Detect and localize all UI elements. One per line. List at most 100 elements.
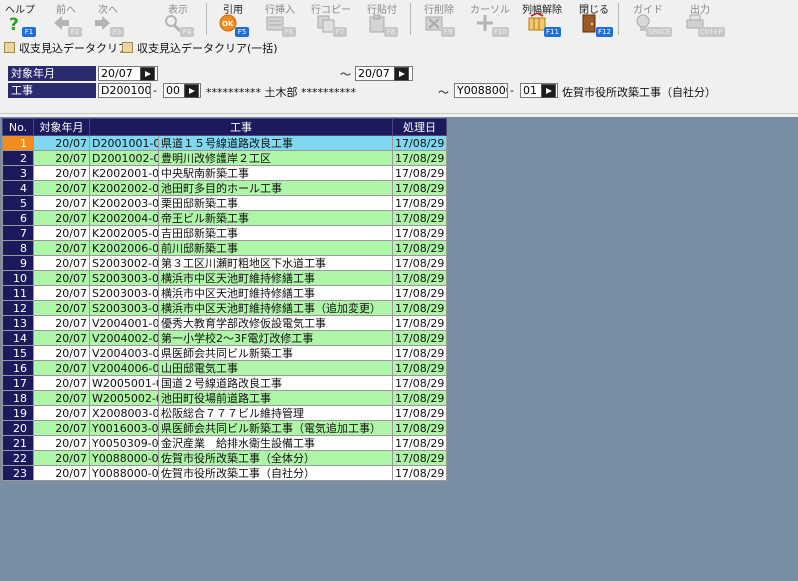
- row-number[interactable]: 7: [2, 225, 34, 241]
- cell-project-code[interactable]: D2001001-00: [89, 135, 159, 151]
- clear-data-link[interactable]: 収支見込データクリア: [4, 40, 129, 58]
- cell-target-month[interactable]: 20/07: [33, 255, 90, 271]
- cell-project-code[interactable]: S2003003-00: [89, 270, 159, 286]
- cell-project-code[interactable]: V2004006-00: [89, 360, 159, 376]
- table-row[interactable]: 220/07D2001002-00豊明川改修護岸２工区17/08/29: [2, 150, 447, 166]
- table-row[interactable]: 1120/07S2003003-01横浜市中区天池町維持修繕工事17/08/29: [2, 285, 447, 301]
- cell-target-month[interactable]: 20/07: [33, 150, 90, 166]
- cell-processed-date[interactable]: 17/08/29: [392, 270, 447, 286]
- cell-project-code[interactable]: D2001002-00: [89, 150, 159, 166]
- guide-button[interactable]: ガイド SPACE: [628, 0, 673, 38]
- cell-processed-date[interactable]: 17/08/29: [392, 285, 447, 301]
- cursor-button[interactable]: カーソル F10: [470, 0, 510, 38]
- cell-project-name[interactable]: 横浜市中区天池町維持修繕工事: [158, 270, 393, 286]
- cell-project-code[interactable]: Y0088000-01: [89, 465, 159, 481]
- cell-processed-date[interactable]: 17/08/29: [392, 225, 447, 241]
- cell-processed-date[interactable]: 17/08/29: [392, 465, 447, 481]
- cell-processed-date[interactable]: 17/08/29: [392, 255, 447, 271]
- prev-button[interactable]: 前へ F2: [46, 0, 86, 38]
- project-to-picker-button[interactable]: [541, 84, 556, 98]
- cell-project-code[interactable]: V2004001-00: [89, 315, 159, 331]
- cell-processed-date[interactable]: 17/08/29: [392, 435, 447, 451]
- cell-processed-date[interactable]: 17/08/29: [392, 210, 447, 226]
- row-number[interactable]: 18: [2, 390, 34, 406]
- cell-project-name[interactable]: 佐賀市役所改築工事（自社分）: [158, 465, 393, 481]
- cell-target-month[interactable]: 20/07: [33, 270, 90, 286]
- cell-processed-date[interactable]: 17/08/29: [392, 420, 447, 436]
- table-row[interactable]: 23 20/07 Y0088000-01 佐賀市役所改築工事（自社分） 17/08/29: [2, 465, 447, 481]
- row-number[interactable]: 5: [2, 195, 34, 211]
- cell-target-month[interactable]: 20/07: [33, 225, 90, 241]
- close-button[interactable]: 閉じる F12: [574, 0, 614, 38]
- table-row[interactable]: 820/07K2002006-00前川邸新築工事17/08/29: [2, 240, 447, 256]
- cell-target-month[interactable]: 20/07: [33, 330, 90, 346]
- table-row[interactable]: 22 20/07 Y0088000-00 佐賀市役所改築工事（全体分） 17/08/29: [2, 450, 447, 466]
- cell-project-name[interactable]: 豊明川改修護岸２工区: [158, 150, 393, 166]
- cell-processed-date[interactable]: 17/08/29: [392, 165, 447, 181]
- row-number[interactable]: 11: [2, 285, 34, 301]
- delete-row-button[interactable]: 行削除 F9: [419, 0, 459, 38]
- cell-project-name[interactable]: 国道２号線道路改良工事: [158, 375, 393, 391]
- cell-project-code[interactable]: K2002001-00: [89, 165, 159, 181]
- row-number[interactable]: 13: [2, 315, 34, 331]
- cell-project-name[interactable]: 第一小学校2～3F電灯改修工事: [158, 330, 393, 346]
- table-row[interactable]: 720/07K2002005-00吉田邸新築工事17/08/29: [2, 225, 447, 241]
- row-number[interactable]: 22: [2, 450, 34, 466]
- cell-project-name[interactable]: 池田町役場前道路工事: [158, 390, 393, 406]
- cell-processed-date[interactable]: 17/08/29: [392, 135, 447, 151]
- cell-target-month[interactable]: 20/07: [33, 345, 90, 361]
- cell-target-month[interactable]: 20/07: [33, 390, 90, 406]
- cell-processed-date[interactable]: 17/08/29: [392, 180, 447, 196]
- table-row[interactable]: 1020/07S2003003-00横浜市中区天池町維持修繕工事17/08/29: [2, 270, 447, 286]
- cell-target-month[interactable]: 20/07: [33, 240, 90, 256]
- cell-processed-date[interactable]: 17/08/29: [392, 390, 447, 406]
- row-number[interactable]: 3: [2, 165, 34, 181]
- print-button[interactable]: 出力 Ctrl+P: [680, 0, 725, 38]
- cell-target-month[interactable]: 20/07: [33, 210, 90, 226]
- help-button[interactable]: ヘルプ ? F1: [0, 0, 40, 38]
- row-number[interactable]: 12: [2, 300, 34, 316]
- row-number[interactable]: 20: [2, 420, 34, 436]
- cell-processed-date[interactable]: 17/08/29: [392, 315, 447, 331]
- cell-project-code[interactable]: K2002004-00: [89, 210, 159, 226]
- cell-processed-date[interactable]: 17/08/29: [392, 300, 447, 316]
- copy-row-button[interactable]: 行コピー F7: [311, 0, 351, 38]
- cell-processed-date[interactable]: 17/08/29: [392, 360, 447, 376]
- period-from-picker-button[interactable]: [140, 67, 155, 81]
- cell-processed-date[interactable]: 17/08/29: [392, 240, 447, 256]
- cell-target-month[interactable]: 20/07: [33, 450, 90, 466]
- cell-target-month[interactable]: 20/07: [33, 300, 90, 316]
- cell-project-code[interactable]: S2003003-01: [89, 285, 159, 301]
- cell-project-code[interactable]: K2002006-00: [89, 240, 159, 256]
- row-number[interactable]: 8: [2, 240, 34, 256]
- cell-project-code[interactable]: K2002005-00: [89, 225, 159, 241]
- cell-project-code[interactable]: K2002002-00: [89, 180, 159, 196]
- table-row[interactable]: 1420/07V2004002-00第一小学校2～3F電灯改修工事17/08/2…: [2, 330, 447, 346]
- cell-processed-date[interactable]: 17/08/29: [392, 150, 447, 166]
- table-row[interactable]: 1320/07V2004001-00優秀大教育学部改修仮設電気工事17/08/2…: [2, 315, 447, 331]
- row-number[interactable]: 10: [2, 270, 34, 286]
- row-number[interactable]: 4: [2, 180, 34, 196]
- project-to-code-input[interactable]: Y0088000: [454, 83, 508, 98]
- cell-project-name[interactable]: 中央駅南新築工事: [158, 165, 393, 181]
- table-row[interactable]: 420/07K2002002-00池田町多目的ホール工事17/08/29: [2, 180, 447, 196]
- cell-project-code[interactable]: S2003002-00: [89, 255, 159, 271]
- row-number[interactable]: 2: [2, 150, 34, 166]
- cell-target-month[interactable]: 20/07: [33, 135, 90, 151]
- cell-project-name[interactable]: 山田邸電気工事: [158, 360, 393, 376]
- cell-project-code[interactable]: Y0050309-00: [89, 435, 159, 451]
- col-header-date[interactable]: 処理日: [392, 118, 447, 136]
- cell-processed-date[interactable]: 17/08/29: [392, 375, 447, 391]
- cell-project-code[interactable]: V2004002-00: [89, 330, 159, 346]
- cell-project-name[interactable]: 前川邸新築工事: [158, 240, 393, 256]
- cell-project-code[interactable]: W2005001-00: [89, 375, 159, 391]
- table-row[interactable]: 1720/07W2005001-00国道２号線道路改良工事17/08/29: [2, 375, 447, 391]
- insert-row-button[interactable]: 行挿入 F6: [260, 0, 300, 38]
- column-width-button[interactable]: 列幅解除 F11: [522, 0, 562, 38]
- cell-target-month[interactable]: 20/07: [33, 180, 90, 196]
- cell-project-name[interactable]: 佐賀市役所改築工事（全体分）: [158, 450, 393, 466]
- row-number[interactable]: 15: [2, 345, 34, 361]
- cell-project-name[interactable]: 池田町多目的ホール工事: [158, 180, 393, 196]
- cell-processed-date[interactable]: 17/08/29: [392, 345, 447, 361]
- cell-project-name[interactable]: 吉田邸新築工事: [158, 225, 393, 241]
